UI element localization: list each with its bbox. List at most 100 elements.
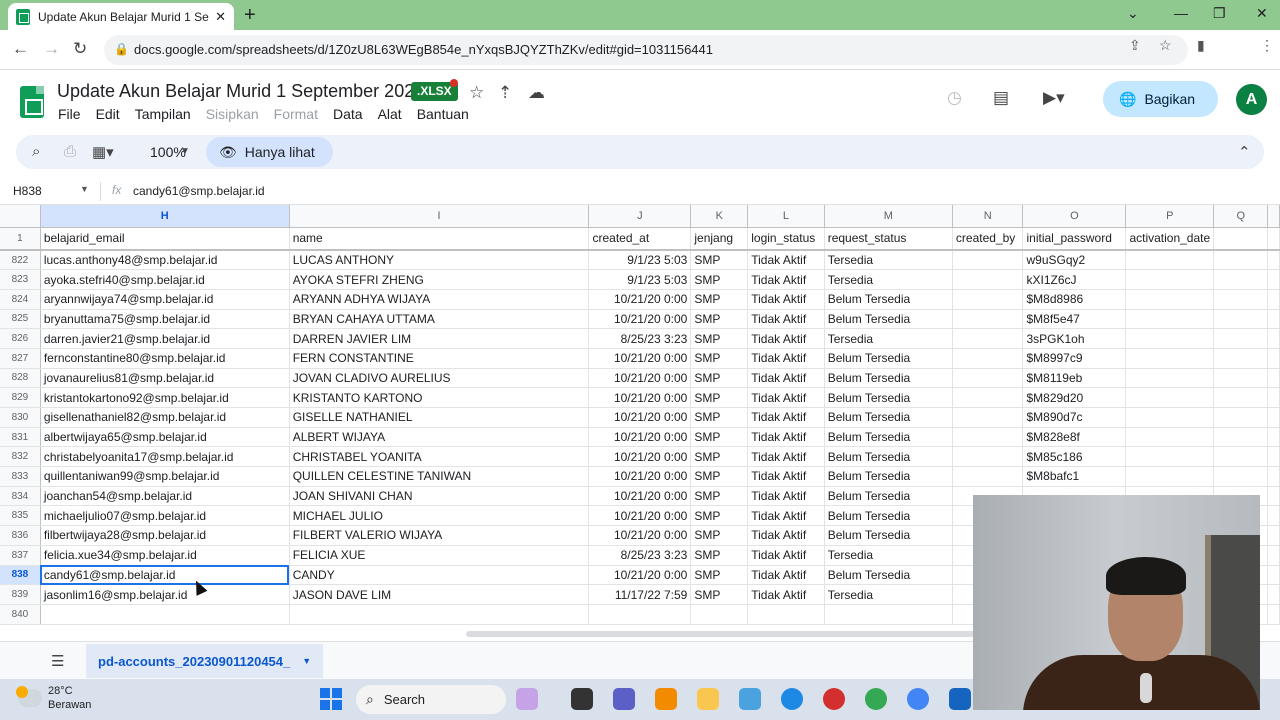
cell-jenjang[interactable]: SMP <box>690 368 749 389</box>
cell-jenjang[interactable]: SMP <box>690 309 749 330</box>
cell-empty[interactable] <box>952 289 1024 310</box>
cell-jenjang[interactable]: SMP <box>690 387 749 408</box>
cell-jenjang[interactable]: SMP <box>690 545 749 566</box>
column-header-p[interactable]: P <box>1125 205 1215 228</box>
print-icon[interactable]: ⎙ <box>64 143 76 160</box>
name-box-chevron-icon[interactable]: ▼ <box>80 184 89 194</box>
cell-request[interactable]: Tersedia <box>824 250 953 271</box>
cell-email[interactable]: aryannwijaya74@smp.belajar.id <box>40 289 290 310</box>
cell-empty[interactable] <box>952 466 1024 487</box>
column-header-i[interactable]: I <box>289 205 590 228</box>
cell-empty[interactable] <box>1125 387 1215 408</box>
column-header-h[interactable]: H <box>40 205 290 228</box>
cell-name[interactable]: CHRISTABEL YOANITA <box>289 446 590 468</box>
office-icon[interactable] <box>655 688 677 710</box>
cell-email[interactable]: kristantokartono92@smp.belajar.id <box>40 387 290 408</box>
header-cell[interactable]: jenjang <box>690 227 749 251</box>
cell-empty[interactable] <box>1125 348 1215 369</box>
cell-created_at[interactable]: 10/21/20 0:00 <box>588 466 692 487</box>
column-header-k[interactable]: K <box>690 205 749 228</box>
share-button[interactable]: 🌐 Bagikan <box>1103 81 1218 117</box>
document-title[interactable]: Update Akun Belajar Murid 1 September 20… <box>57 81 424 102</box>
sheet-tab[interactable]: pd-accounts_20230901120454_ ▼ <box>86 644 324 678</box>
version-history-icon[interactable]: ◷ <box>947 88 962 108</box>
cell-created_at[interactable] <box>588 604 692 625</box>
cell-request[interactable]: Tersedia <box>824 584 953 605</box>
cell-name[interactable]: AYOKA STEFRI ZHENG <box>289 269 590 290</box>
cell-request[interactable]: Tersedia <box>824 328 953 349</box>
cell-jenjang[interactable]: SMP <box>690 466 749 487</box>
cell-request[interactable]: Tersedia <box>824 545 953 566</box>
row-number[interactable]: 826 <box>0 328 41 349</box>
column-header-q[interactable]: Q <box>1213 205 1269 228</box>
cell-login[interactable]: Tidak Aktif <box>747 348 825 369</box>
header-cell[interactable]: created_at <box>588 227 692 251</box>
cell-email[interactable]: fernconstantine80@smp.belajar.id <box>40 348 290 369</box>
cell-created_at[interactable]: 10/21/20 0:00 <box>588 525 692 546</box>
cell-created_at[interactable]: 8/25/23 3:23 <box>588 545 692 566</box>
record-icon[interactable] <box>823 688 845 710</box>
cell-created_at[interactable]: 8/25/23 3:23 <box>588 328 692 349</box>
forward-icon[interactable]: → <box>43 39 60 59</box>
cell-created_at[interactable]: 10/21/20 0:00 <box>588 387 692 408</box>
cell-name[interactable]: CANDY <box>289 565 590 586</box>
cell-empty[interactable] <box>1213 269 1269 290</box>
menu-data[interactable]: Data <box>333 106 363 122</box>
header-cell[interactable] <box>1213 227 1269 251</box>
cell-pw[interactable]: $M8119eb <box>1022 368 1127 389</box>
cell-email[interactable]: joanchan54@smp.belajar.id <box>40 486 290 507</box>
header-cell[interactable]: name <box>289 227 590 251</box>
cell-request[interactable]: Belum Tersedia <box>824 525 953 546</box>
horizontal-scrollbar[interactable] <box>466 631 976 637</box>
column-header-l[interactable]: L <box>747 205 825 228</box>
cell-request[interactable]: Tersedia <box>824 269 953 290</box>
browser-menu-icon[interactable]: ⋮ <box>1260 37 1274 54</box>
menu-format[interactable]: Format <box>274 106 318 122</box>
move-to-drive-icon[interactable]: ⇡ <box>498 83 512 103</box>
cell-empty[interactable] <box>952 387 1024 408</box>
cell-name[interactable]: LUCAS ANTHONY <box>289 250 590 271</box>
cell-created_at[interactable]: 10/21/20 0:00 <box>588 368 692 389</box>
cell-login[interactable]: Tidak Aktif <box>747 584 825 605</box>
cell-empty[interactable] <box>952 368 1024 389</box>
cell-login[interactable]: Tidak Aktif <box>747 328 825 349</box>
cell-request[interactable]: Belum Tersedia <box>824 565 953 586</box>
row-number[interactable]: 830 <box>0 407 41 428</box>
cell-pw[interactable]: $M8f5e47 <box>1022 309 1127 330</box>
meet-camera-icon[interactable]: ▶▾ <box>1043 88 1065 108</box>
cell-email[interactable]: felicia.xue34@smp.belajar.id <box>40 545 290 566</box>
cell-jenjang[interactable]: SMP <box>690 348 749 369</box>
comments-icon[interactable]: ▤ <box>993 88 1009 108</box>
cell-pw[interactable]: $M8bafc1 <box>1022 466 1127 487</box>
cell-request[interactable]: Belum Tersedia <box>824 368 953 389</box>
cell-name[interactable]: QUILLEN CELESTINE TANIWAN <box>289 466 590 487</box>
photos-icon[interactable] <box>739 688 761 710</box>
cell-name[interactable]: DARREN JAVIER LIM <box>289 328 590 349</box>
reload-icon[interactable]: ↻ <box>73 39 87 59</box>
cell-email[interactable] <box>40 604 290 625</box>
cell-pw[interactable]: $M8d8986 <box>1022 289 1127 310</box>
cell-request[interactable]: Belum Tersedia <box>824 486 953 507</box>
row-number[interactable]: 827 <box>0 348 41 369</box>
cell-jenjang[interactable]: SMP <box>690 427 749 448</box>
cell-jenjang[interactable]: SMP <box>690 486 749 507</box>
menu-tools[interactable]: Alat <box>378 106 402 122</box>
task-view-icon[interactable] <box>571 688 593 710</box>
edge-icon[interactable] <box>781 688 803 710</box>
cell-name[interactable]: ALBERT WIJAYA <box>289 427 590 448</box>
cell-login[interactable]: Tidak Aktif <box>747 545 825 566</box>
share-page-icon[interactable]: ⇪ <box>1129 37 1141 54</box>
cell-empty[interactable] <box>1213 289 1269 310</box>
cell-email[interactable]: jasonlim16@smp.belajar.id <box>40 584 290 605</box>
cell-empty[interactable] <box>1125 309 1215 330</box>
cell-request[interactable]: Belum Tersedia <box>824 309 953 330</box>
cell-jenjang[interactable]: SMP <box>690 250 749 271</box>
menu-file[interactable]: File <box>58 106 81 122</box>
cell-login[interactable]: Tidak Aktif <box>747 269 825 290</box>
cell-login[interactable]: Tidak Aktif <box>747 309 825 330</box>
star-icon[interactable]: ☆ <box>469 83 484 103</box>
taskbar-search[interactable]: ⌕ Search <box>356 685 506 714</box>
cell-name[interactable]: JOAN SHIVANI CHAN <box>289 486 590 507</box>
cell-email[interactable]: jovanaurelius81@smp.belajar.id <box>40 368 290 389</box>
cell-created_at[interactable]: 10/21/20 0:00 <box>588 505 692 527</box>
